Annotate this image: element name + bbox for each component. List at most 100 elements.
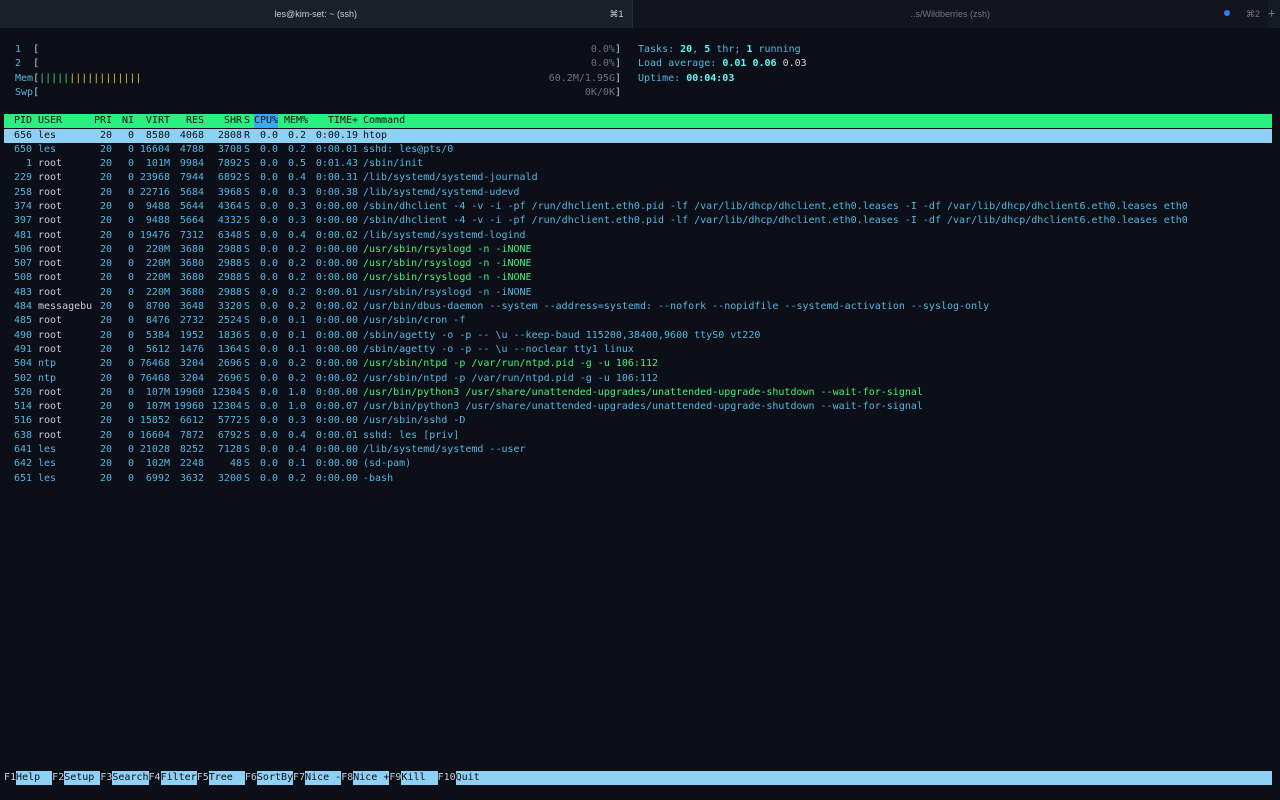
process-row[interactable]: 506 root 20 0 220M 3680 2988 S 0.0 0.2 0:00.00/usr… <box>4 243 1272 257</box>
process-row[interactable]: 516 root 20 0 15852 6612 5772 S 0.0 0.3 0:00.00/us… <box>4 414 1272 428</box>
mem-label: Mem <box>15 72 34 84</box>
col-user[interactable]: USER <box>38 114 62 128</box>
process-row[interactable]: 484 messagebu 20 0 8700 3648 3320 S 0.0 0.2 0:00.0… <box>4 300 1272 314</box>
user-cell: root <box>38 200 63 212</box>
virt-cell: 8476 <box>145 315 170 327</box>
cpu-cell: 0.0 <box>259 372 278 384</box>
priority-cell: 20 <box>99 372 112 384</box>
col-state[interactable]: S <box>244 114 250 128</box>
user-cell: les <box>38 129 57 141</box>
priority-cell: 20 <box>99 272 112 284</box>
tab-zsh[interactable]: ..s/Wildberries (zsh) ⌘2 <box>631 0 1268 28</box>
shr-cell: 4364 <box>217 200 242 212</box>
shr-cell: 2988 <box>217 243 242 255</box>
process-row[interactable]: 485 root 20 0 8476 2732 2524 S 0.0 0.1 0:00.00/usr… <box>4 314 1272 328</box>
virt-cell: 220M <box>145 258 170 270</box>
process-row[interactable]: 490 root 20 0 5384 1952 1836 S 0.0 0.1 0:00.00/sbi… <box>4 329 1272 343</box>
process-row[interactable]: 483 root 20 0 220M 3680 2988 S 0.0 0.2 0:00.01/usr… <box>4 286 1272 300</box>
process-row[interactable]: 656 les 20 0 8580 4068 2808 R 0.0 0.2 0:00.19 htop <box>4 128 1272 143</box>
fkey-f1[interactable]: F1 <box>4 771 17 785</box>
state-cell: S <box>244 172 251 184</box>
fkey-f10[interactable]: F10 <box>437 771 456 785</box>
cpu-cell: 0.0 <box>259 458 278 470</box>
cpu1-label: 1 <box>15 44 22 55</box>
process-row[interactable]: 229 root 20 0 23968 7944 6892 S 0.0 0.4 0:00.31/li… <box>4 171 1272 185</box>
fkey-label[interactable]: Tree <box>208 771 245 785</box>
res-cell: 9984 <box>179 158 204 170</box>
fkey-f7[interactable]: F7 <box>293 771 306 785</box>
command-cell: /sbin/init <box>363 158 424 170</box>
process-row[interactable]: 1 root 20 0 101M 9984 7892 S 0.0 0.5 0:01.43/sbin/… <box>4 157 1272 171</box>
col-time[interactable]: TIME+ <box>314 114 358 128</box>
fkey-f2[interactable]: F2 <box>52 771 65 785</box>
virt-cell: 16604 <box>139 429 170 441</box>
col-ni[interactable]: NI <box>122 114 134 128</box>
process-row[interactable]: 504 ntp 20 0 76468 3204 2696 S 0.0 0.2 0:00.00/usr… <box>4 357 1272 371</box>
pid-cell: 504 <box>13 358 32 370</box>
fkey-f3[interactable]: F3 <box>100 771 113 785</box>
process-row[interactable]: 641 les 20 0 21028 8252 7128 S 0.0 0.4 0:00.00/lib… <box>4 443 1272 457</box>
mem-cell: 0.2 <box>287 272 306 284</box>
fkey-label[interactable]: SortBy <box>256 771 294 785</box>
state-cell: S <box>244 158 251 170</box>
state-cell: S <box>244 372 251 384</box>
fkey-label[interactable]: Help <box>16 771 53 785</box>
process-row[interactable]: 481 root 20 0 19476 7312 6348 S 0.0 0.4 0:00.02/li… <box>4 229 1272 243</box>
process-row[interactable]: 514 root 20 0 107M 19960 12304 S 0.0 1.0 0:00.07/u… <box>4 400 1272 414</box>
col-res[interactable]: RES <box>172 114 204 128</box>
process-row[interactable]: 651 les 20 0 6992 3632 3200 S 0.0 0.2 0:00.00 -bash <box>4 472 1272 486</box>
process-row[interactable]: 374 root 20 0 9488 5644 4364 S 0.0 0.3 0:00.00/sbi… <box>4 200 1272 214</box>
fkey-f6[interactable]: F6 <box>244 771 257 785</box>
fkey-label[interactable]: Quit <box>455 771 480 785</box>
user-cell: root <box>38 315 63 327</box>
user-cell: root <box>38 243 63 255</box>
state-cell: S <box>244 286 251 298</box>
shr-cell: 2696 <box>217 358 242 370</box>
mem-cell: 1.0 <box>287 386 306 398</box>
process-row[interactable]: 502 ntp 20 0 76468 3204 2696 S 0.0 0.2 0:00.02/usr… <box>4 372 1272 386</box>
process-row[interactable]: 491 root 20 0 5612 1476 1364 S 0.0 0.1 0:00.00/sbi… <box>4 343 1272 357</box>
swp-value: 0K/0K <box>584 86 615 98</box>
process-row[interactable]: 507 root 20 0 220M 3680 2988 S 0.0 0.2 0:00.00/usr… <box>4 257 1272 271</box>
cpu-cell: 0.0 <box>259 415 278 427</box>
pid-cell: 397 <box>13 215 32 227</box>
fkey-label[interactable]: Filter <box>160 771 197 785</box>
process-row[interactable]: 520 root 20 0 107M 19960 12304 S 0.0 1.0 0:00.00/u… <box>4 386 1272 400</box>
command-cell: /lib/systemd/systemd --user <box>363 444 526 456</box>
process-row[interactable]: 258 root 20 0 22716 5684 3968 S 0.0 0.3 0:00.38/li… <box>4 186 1272 200</box>
pid-cell: 481 <box>13 229 32 241</box>
mem-cell: 0.2 <box>287 258 306 270</box>
virt-cell: 19476 <box>139 229 170 241</box>
col-pid[interactable]: PID <box>4 114 32 128</box>
process-row[interactable]: 642 les 20 0 102M 2248 48 S 0.0 0.1 0:00.00 (sd-pam… <box>4 457 1272 471</box>
fkey-label[interactable]: Nice - <box>305 771 342 785</box>
fkey-f8[interactable]: F8 <box>341 771 354 785</box>
pid-cell: 508 <box>13 272 32 284</box>
fkey-label[interactable]: Kill <box>401 771 438 785</box>
col-shr[interactable]: SHR <box>206 114 242 128</box>
col-mem[interactable]: MEM% <box>284 114 308 128</box>
load-15: 0.03 <box>782 58 807 70</box>
col-virt[interactable]: VIRT <box>136 114 170 128</box>
fkey-f9[interactable]: F9 <box>389 771 402 785</box>
process-row[interactable]: 650 les 20 0 16604 4788 3708 S 0.0 0.2 0:00.01 sshd… <box>4 143 1272 157</box>
col-cpu[interactable]: CPU% <box>254 114 278 129</box>
fkey-label[interactable]: Search <box>112 771 149 785</box>
new-tab-button[interactable]: + <box>1268 0 1280 28</box>
fkey-label[interactable]: Setup <box>64 771 101 785</box>
tab-ssh[interactable]: les@kim-set: ~ (ssh) ⌘1 <box>0 0 632 28</box>
process-row[interactable]: 508 root 20 0 220M 3680 2988 S 0.0 0.2 0:00.00/usr… <box>4 271 1272 285</box>
col-pri[interactable]: PRI <box>94 114 112 128</box>
virt-cell: 76468 <box>139 372 170 384</box>
state-cell: S <box>244 243 251 255</box>
state-cell: S <box>244 358 251 370</box>
col-command[interactable]: Command <box>363 114 405 128</box>
fkey-label[interactable]: Nice + <box>353 771 390 785</box>
process-row[interactable]: 397 root 20 0 9488 5664 4332 S 0.0 0.3 0:00.00/sbi… <box>4 214 1272 228</box>
load-label: Load average: <box>638 58 717 70</box>
fkey-f5[interactable]: F5 <box>196 771 209 785</box>
fkey-f4[interactable]: F4 <box>148 771 161 785</box>
time-cell: 0:00.00 <box>315 458 358 470</box>
process-row[interactable]: 638 root 20 0 16604 7872 6792 S 0.0 0.4 0:00.01 ssh… <box>4 429 1272 443</box>
mem-cell: 0.1 <box>287 343 306 355</box>
